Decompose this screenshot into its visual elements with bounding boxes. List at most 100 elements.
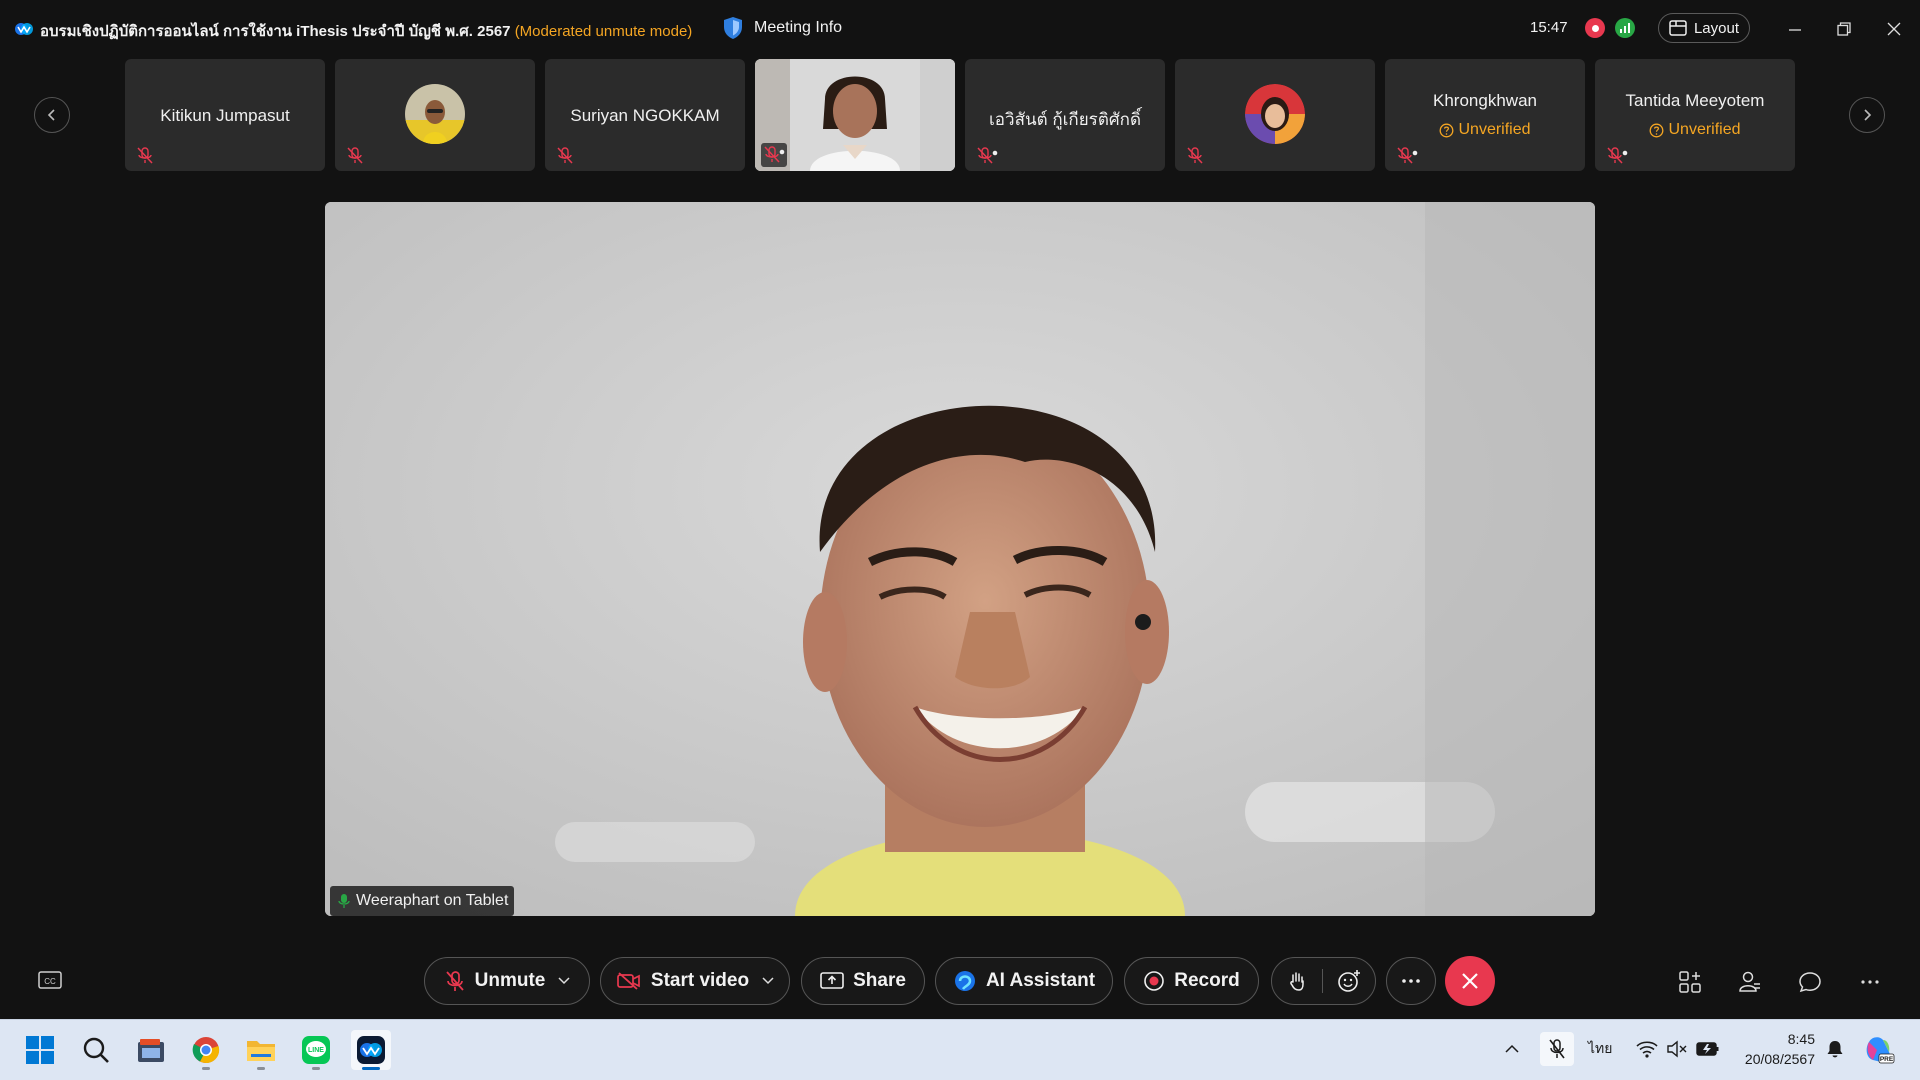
language-indicator[interactable]: ไทย: [1588, 1038, 1612, 1060]
reaction-smiley-icon[interactable]: [1337, 969, 1361, 993]
meeting-info-label: Meeting Info: [754, 19, 843, 36]
running-indicator: [312, 1067, 320, 1070]
ai-assistant-label: AI Assistant: [985, 970, 1096, 991]
wifi-icon[interactable]: [1636, 1040, 1658, 1058]
network-health-icon[interactable]: [1615, 18, 1635, 38]
running-indicator: [202, 1067, 210, 1070]
notification-bell-icon[interactable]: [1826, 1039, 1844, 1059]
more-panel-button[interactable]: [1855, 967, 1885, 997]
close-window-button[interactable]: [1881, 16, 1907, 42]
muted-mic-icon: [445, 971, 464, 991]
record-button[interactable]: Record: [1124, 957, 1259, 1005]
restore-button[interactable]: [1831, 16, 1857, 42]
taskbar-app-webex[interactable]: [351, 1030, 391, 1070]
speaker-name: Weeraphart on Tablet: [356, 892, 509, 909]
mic-off-icon: [1549, 1039, 1565, 1059]
share-button[interactable]: Share: [801, 957, 925, 1005]
layout-label: Layout: [1693, 19, 1740, 37]
ai-assistant-button[interactable]: AI Assistant: [935, 957, 1113, 1005]
more-dots-icon: [1402, 979, 1420, 983]
recording-indicator-icon[interactable]: [1585, 18, 1605, 38]
search-button[interactable]: [76, 1030, 116, 1070]
participants-icon: [1739, 971, 1760, 992]
windows-taskbar: LINE ไทย 8:45 20/08/2567 PRE: [0, 1019, 1920, 1080]
participant-tile[interactable]: Kitikun Jumpasut: [125, 59, 325, 171]
participant-tile[interactable]: Khrongkhwan Unverified: [1385, 59, 1585, 171]
participant-video-tile[interactable]: [755, 59, 955, 171]
participant-tile[interactable]: Suriyan NGOKKAM: [545, 59, 745, 171]
taskbar-app-files[interactable]: [131, 1030, 171, 1070]
battery-charging-icon[interactable]: [1696, 1040, 1720, 1058]
unmute-label: Unmute: [474, 970, 546, 991]
webex-app-icon: [357, 1036, 385, 1064]
svg-text:LINE: LINE: [308, 1047, 324, 1054]
participant-tile[interactable]: Tantida Meeyotem Unverified: [1595, 59, 1795, 171]
speaker-muted-icon[interactable]: [1666, 1040, 1688, 1058]
strip-next-button[interactable]: [1849, 97, 1885, 133]
participant-tile[interactable]: เอวิสันต์ กู้เกียรติศักดิ์: [965, 59, 1165, 171]
more-options-button[interactable]: [1386, 957, 1436, 1005]
minimize-button[interactable]: [1782, 16, 1808, 42]
tray-mic-button[interactable]: [1540, 1032, 1574, 1066]
copilot-icon[interactable]: PRE: [1863, 1034, 1895, 1066]
participants-button[interactable]: [1735, 967, 1765, 997]
more-dots-icon: [1861, 980, 1879, 984]
moderated-mode-label: (Moderated unmute mode): [514, 23, 693, 40]
participant-avatar: [405, 84, 465, 144]
folder-icon: [247, 1041, 275, 1061]
title-bar: อบรมเชิงปฏิบัติการออนไลน์ การใช้งาน iThe…: [0, 0, 1920, 58]
record-label: Record: [1174, 970, 1240, 991]
warning-circle-icon: [1650, 123, 1664, 137]
video-off-icon: [617, 972, 640, 990]
meeting-title-text: อบรมเชิงปฏิบัติการออนไลน์ การใช้งาน iThe…: [40, 23, 511, 40]
chevron-up-icon[interactable]: [1505, 1042, 1519, 1056]
system-time: 8:45: [1787, 1031, 1815, 1047]
chat-button[interactable]: [1795, 967, 1825, 997]
captions-icon[interactable]: CC: [38, 970, 62, 992]
share-screen-icon: [820, 972, 844, 989]
divider: [1322, 969, 1323, 993]
strip-prev-button[interactable]: [34, 97, 70, 133]
svg-text:CC: CC: [44, 977, 56, 986]
meeting-clock: 15:47: [1530, 19, 1568, 36]
unmute-button[interactable]: Unmute: [424, 957, 590, 1005]
unverified-label: Unverified: [1668, 121, 1741, 138]
muted-mic-icon: [764, 146, 785, 163]
chevron-down-icon[interactable]: [558, 977, 570, 985]
chevron-down-icon[interactable]: [762, 977, 774, 985]
restore-icon: [1837, 22, 1851, 36]
end-meeting-button[interactable]: [1445, 956, 1495, 1006]
start-button[interactable]: [20, 1030, 60, 1070]
ai-assistant-icon: [954, 971, 975, 991]
chevron-right-icon: [1864, 109, 1872, 121]
chat-icon: [1799, 972, 1821, 993]
unverified-label: Unverified: [1458, 121, 1531, 138]
apps-button[interactable]: [1675, 967, 1705, 997]
meeting-info-button[interactable]: Meeting Info: [722, 16, 842, 40]
raise-hand-icon[interactable]: [1286, 970, 1308, 992]
taskbar-app-explorer[interactable]: [241, 1030, 281, 1070]
mic-badge: [761, 143, 787, 167]
start-video-label: Start video: [650, 970, 750, 991]
minimize-icon: [1789, 29, 1801, 31]
file-manager-icon: [138, 1039, 164, 1062]
participant-name: Suriyan NGOKKAM: [570, 106, 720, 125]
participant-name: เอวิสันต์ กู้เกียรติศักดิ์: [989, 110, 1141, 129]
muted-mic-icon: [347, 147, 363, 164]
taskbar-app-line[interactable]: LINE: [296, 1030, 336, 1070]
layout-button[interactable]: Layout: [1658, 13, 1750, 43]
start-video-button[interactable]: Start video: [600, 957, 790, 1005]
search-icon: [83, 1037, 109, 1063]
windows-logo-icon: [26, 1036, 54, 1064]
system-clock[interactable]: 8:45 20/08/2567: [1735, 1029, 1815, 1069]
active-speaker-video[interactable]: Weeraphart on Tablet: [325, 202, 1595, 916]
muted-mic-icon: [1397, 147, 1418, 164]
participant-name: Kitikun Jumpasut: [160, 106, 290, 125]
participant-name: Tantida Meeyotem: [1625, 91, 1765, 110]
participant-tile[interactable]: [335, 59, 535, 171]
participant-name: Khrongkhwan: [1433, 91, 1537, 110]
participant-tile[interactable]: [1175, 59, 1375, 171]
running-indicator: [257, 1067, 265, 1070]
taskbar-app-chrome[interactable]: [186, 1030, 226, 1070]
active-mic-icon: [338, 894, 350, 908]
